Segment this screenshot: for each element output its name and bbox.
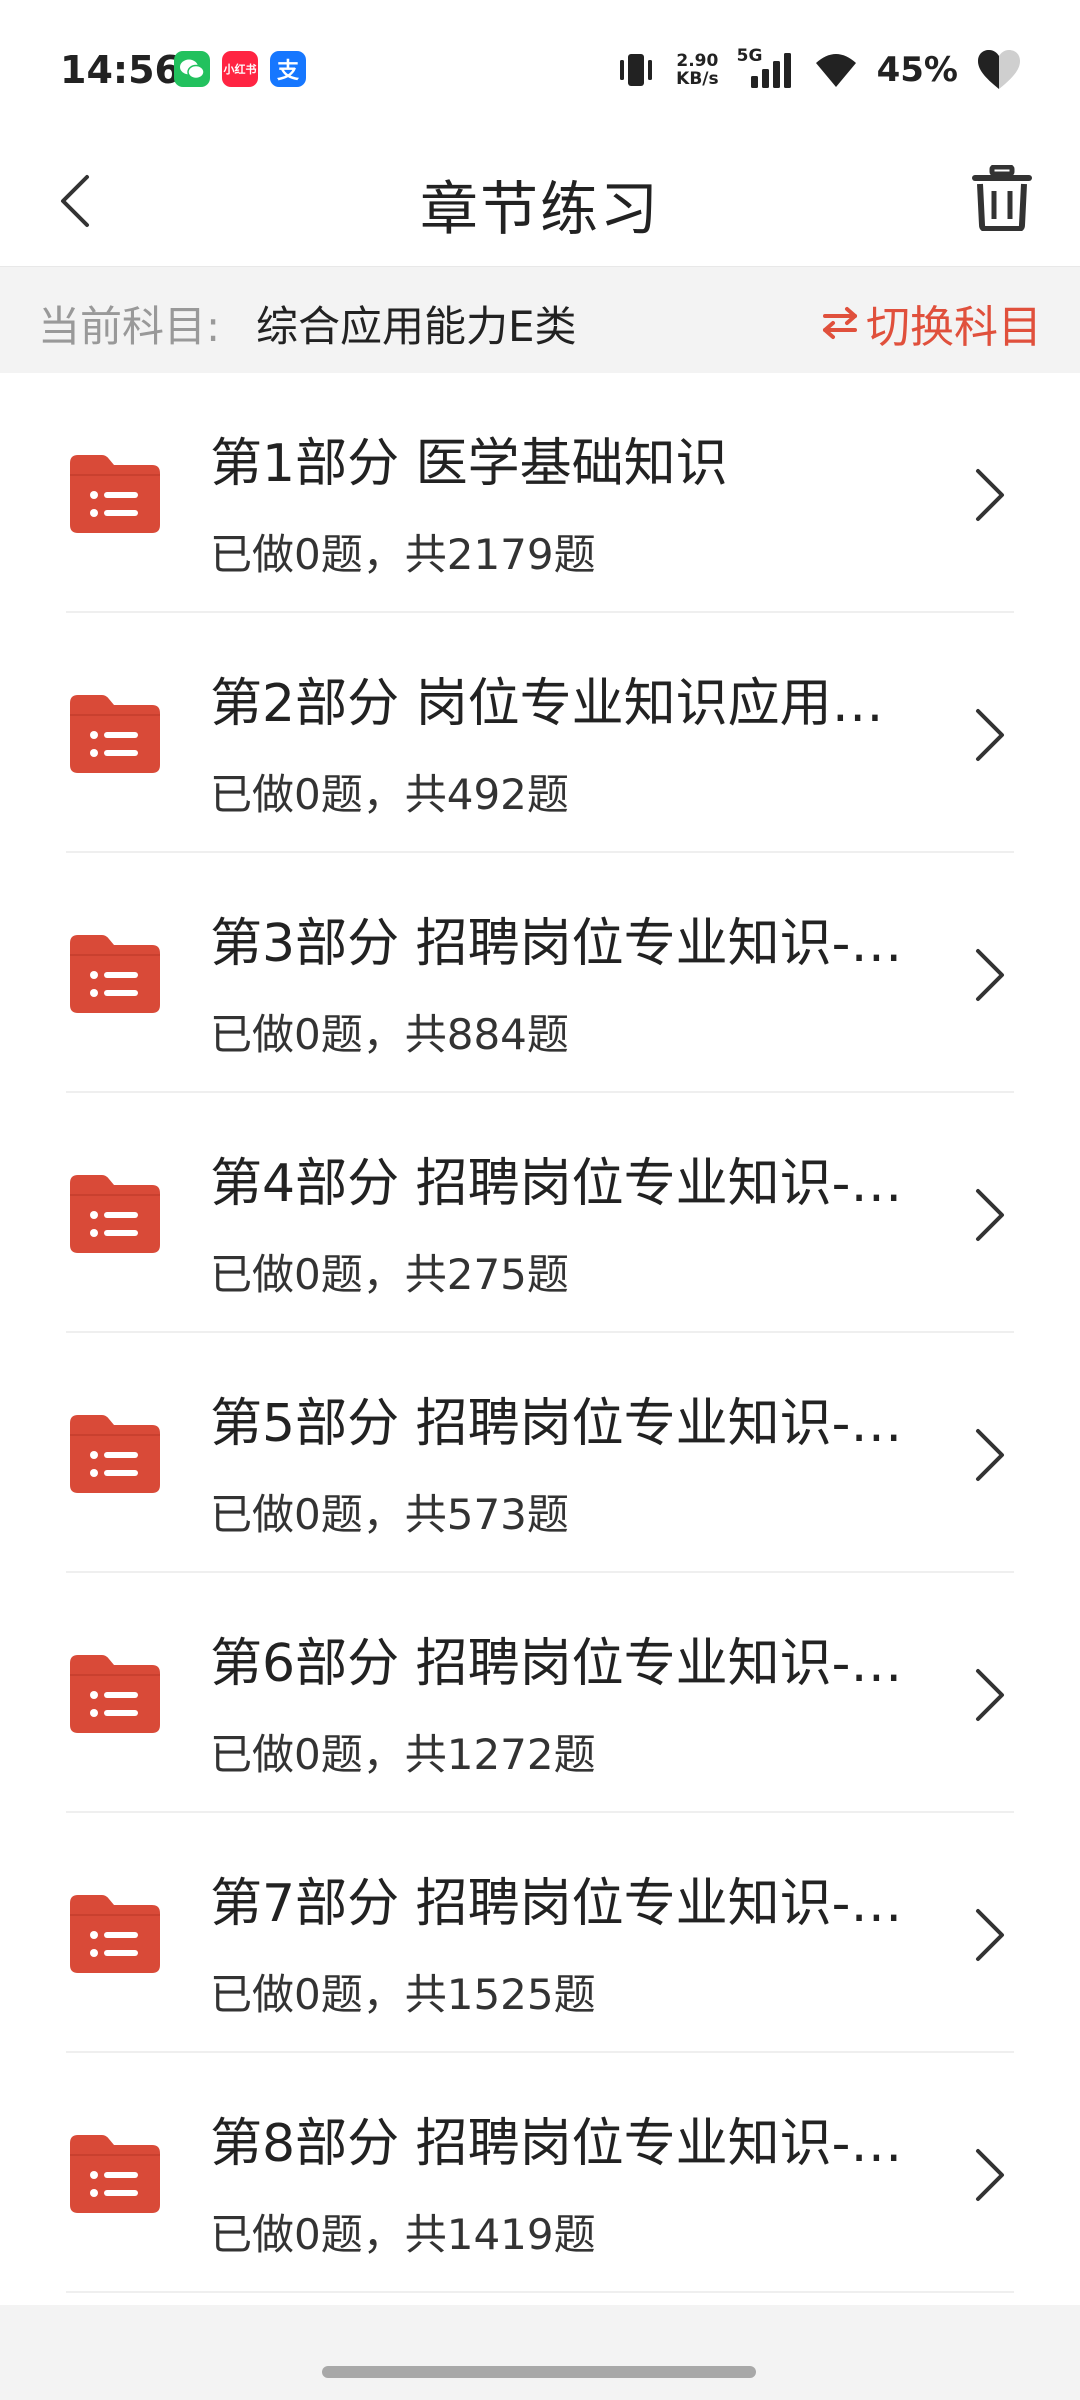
folder-list-icon [70,1175,160,1253]
net-speed-value: 2.90 [676,51,719,71]
delete-button[interactable] [962,158,1042,238]
chapter-title: 第1部分 医学基础知识 [210,434,728,494]
chapter-title: 第3部分 招聘岗位专业知识-【... [210,914,910,974]
chevron-right-icon [976,2149,1004,2201]
chevron-right-icon [976,469,1004,521]
chevron-right-icon [976,709,1004,761]
chapter-title: 第5部分 招聘岗位专业知识-【... [210,1394,910,1454]
folder-list-icon [70,1655,160,1733]
status-indicators: 2.90 KB/s 5G 45% [614,44,1022,96]
subject-bar: 当前科目: 综合应用能力E类 切换科目 [0,267,1080,373]
chapter-item[interactable]: 第2部分 岗位专业知识应用能力 已做0题，共492题 [0,613,1080,853]
chapter-progress: 已做0题，共884题 [210,1010,569,1059]
swap-icon [823,307,857,339]
net-speed-unit: KB/s [676,69,719,89]
wifi-icon [815,54,856,87]
chapter-progress: 已做0题，共1525题 [210,1970,596,2019]
chapter-progress: 已做0题，共2179题 [210,530,596,579]
chapter-item[interactable]: 第7部分 招聘岗位专业知识-【... 已做0题，共1525题 [0,1813,1080,2053]
cell-signal-icon: 5G [737,46,795,90]
chapter-progress: 已做0题，共492题 [210,770,569,819]
battery-heart-icon [978,50,1020,89]
alipay-icon: 支 [270,51,306,87]
chapter-item[interactable]: 第8部分 招聘岗位专业知识-【... 已做0题，共1419题 [0,2053,1080,2293]
chapter-title: 第4部分 招聘岗位专业知识-【... [210,1154,910,1214]
chapter-item[interactable]: 第3部分 招聘岗位专业知识-【... 已做0题，共884题 [0,853,1080,1093]
status-bar: 14:56 小红书 支 2.90 KB/s 5G 45% [0,0,1080,140]
subject-value: 综合应用能力E类 [256,302,577,351]
folder-list-icon [70,695,160,773]
folder-list-icon [70,455,160,533]
chapter-item[interactable]: 第4部分 招聘岗位专业知识-【... 已做0题，共275题 [0,1093,1080,1333]
divider [66,2291,1014,2293]
chevron-right-icon [976,1669,1004,1721]
trash-icon [972,165,1032,231]
alipay-icon-text: 支 [276,59,299,84]
folder-list-icon [70,2135,160,2213]
status-time: 14:56 [60,48,181,92]
home-indicator[interactable] [322,2366,756,2378]
chevron-right-icon [976,949,1004,1001]
chapter-progress: 已做0题，共1272题 [210,1730,596,1779]
bottom-area [0,2305,1080,2400]
folder-list-icon [70,935,160,1013]
chapter-item[interactable]: 第5部分 招聘岗位专业知识-【... 已做0题，共573题 [0,1333,1080,1573]
switch-subject-button[interactable]: 切换科目 [822,291,1042,355]
folder-list-icon [70,1415,160,1493]
app-header: 章节练习 [0,140,1080,267]
chapter-title: 第7部分 招聘岗位专业知识-【... [210,1874,910,1934]
chapter-progress: 已做0题，共275题 [210,1250,569,1299]
chapter-title: 第6部分 招聘岗位专业知识-【... [210,1634,910,1694]
subject-label: 当前科目: [38,302,221,351]
chevron-right-icon [976,1189,1004,1241]
chapter-title: 第2部分 岗位专业知识应用能力 [210,674,910,734]
wechat-icon [174,51,210,87]
chapter-progress: 已做0题，共573题 [210,1490,569,1539]
chevron-right-icon [976,1429,1004,1481]
net-speed: 2.90 KB/s [676,52,718,88]
xiaohongshu-icon: 小红书 [222,51,258,87]
xiaohongshu-icon-text: 小红书 [223,63,257,76]
folder-list-icon [70,1895,160,1973]
chapter-title: 第8部分 招聘岗位专业知识-【... [210,2114,910,2174]
vibrate-icon [620,54,653,86]
chevron-right-icon [976,1909,1004,1961]
chapter-item[interactable]: 第1部分 医学基础知识 已做0题，共2179题 [0,373,1080,613]
chapter-item[interactable]: 第6部分 招聘岗位专业知识-【... 已做0题，共1272题 [0,1573,1080,1813]
chapter-list: 第1部分 医学基础知识 已做0题，共2179题 第2部分 岗位专业知识应用能力 … [0,373,1080,2293]
battery-percent: 45% [876,50,958,90]
switch-subject-label: 切换科目 [866,302,1042,353]
chapter-progress: 已做0题，共1419题 [210,2210,596,2259]
page-title: 章节练习 [419,175,660,243]
